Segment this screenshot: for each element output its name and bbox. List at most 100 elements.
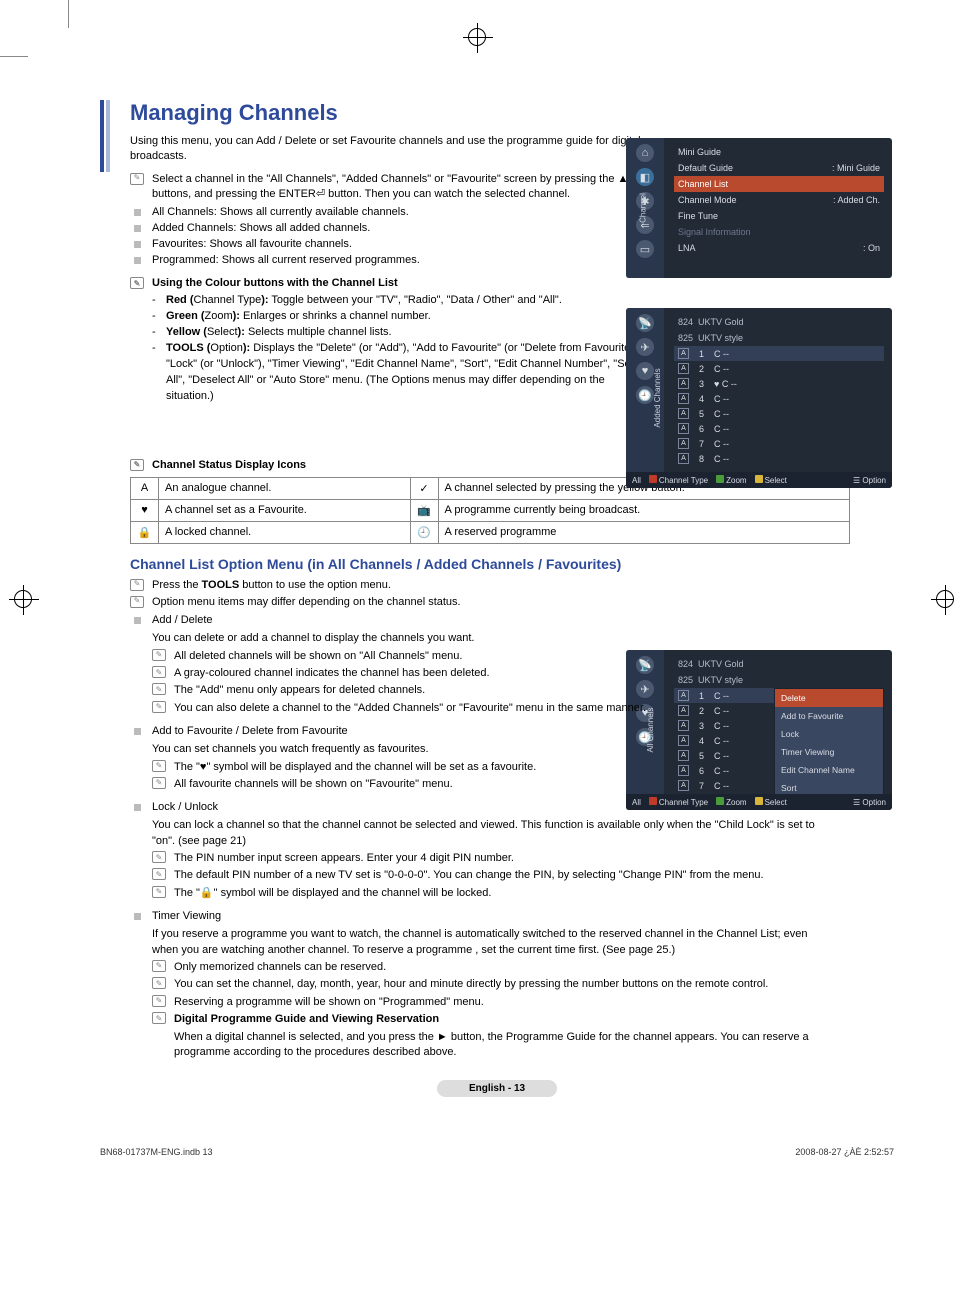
text: The "Add" menu only appears for deleted … [174, 684, 425, 696]
osd-channel-row[interactable]: A4C -- [674, 391, 884, 406]
status-desc-cell: A reserved programme [438, 521, 849, 543]
text: You can set the channel, day, month, yea… [174, 978, 768, 990]
page-title: Managing Channels [130, 100, 894, 126]
list-all-channels: All Channels: Shows all currently availa… [130, 205, 654, 221]
colour-buttons-heading: ✎ Using the Colour buttons with the Chan… [130, 277, 894, 289]
opt-add-delete: Add / Delete You can delete or add a cha… [130, 613, 654, 716]
status-icons-heading: ✎ Channel Status Display Icons [130, 459, 894, 471]
title: Add to Favourite / Delete from Favourite [152, 725, 348, 737]
registration-mark-top-icon [468, 28, 486, 46]
type: Option [210, 342, 242, 354]
type: Channel Type [194, 294, 262, 306]
osd-default-guide[interactable]: Default Guide [678, 163, 733, 173]
osd-channel-menu: Channel ⌂ ◧ ✱ ⇐ ▭ Mini Guide Default Gui… [626, 138, 892, 278]
osd-lna[interactable]: LNA [678, 243, 696, 253]
note-icon: ✎ [152, 977, 166, 989]
note-icon: ✎ [130, 579, 144, 591]
osd-menu-item[interactable]: Timer Viewing [775, 743, 883, 761]
list-favourites: Favourites: Shows all favourite channels… [130, 237, 654, 253]
colour-buttons-heading-text: Using the Colour buttons with the Channe… [152, 277, 398, 289]
text: Only memorized channels can be reserved. [174, 961, 386, 973]
note-icon: ✎ [152, 701, 166, 713]
note-icon: ✎ [152, 868, 166, 880]
opt-timer: Timer Viewing If you reserve a programme… [130, 909, 834, 1060]
timestamp: 2008-08-27 ¿ÀÈ 2:52:57 [795, 1147, 894, 1157]
list-added-channels: Added Channels: Shows all added channels… [130, 221, 654, 237]
osd-channel-row[interactable]: A2C -- [674, 361, 884, 376]
note-icon: ✎ [130, 459, 144, 471]
note-icon: ✎ [130, 173, 144, 185]
osd-footer-option[interactable]: Option [862, 798, 886, 807]
osd-channel-row[interactable]: A6C -- [674, 421, 884, 436]
picture-icon: ◧ [636, 168, 654, 186]
note-icon: ✎ [130, 277, 144, 289]
text: Selects multiple channel lists. [248, 326, 392, 338]
label: TOOLS ( [166, 342, 210, 354]
text: Press the TOOLS button to use the option… [152, 579, 391, 591]
option-intro-1: ✎ Press the TOOLS button to use the opti… [130, 578, 654, 593]
osd-channel-row[interactable]: A7C -- [674, 436, 884, 451]
text: You can lock a channel so that the chann… [152, 818, 834, 849]
text: All favourite channels will be shown on … [174, 778, 453, 790]
osd-footer-all[interactable]: All [632, 476, 641, 485]
status-desc-cell: A channel set as a Favourite. [159, 499, 411, 521]
page-footer: English - 13 [437, 1080, 557, 1097]
green-dot-icon [716, 475, 724, 483]
osd-channel-row[interactable]: A1C -- [674, 346, 884, 361]
opt-lock: Lock / Unlock You can lock a channel so … [130, 800, 834, 901]
crop-mark-icon [0, 56, 28, 57]
text: Toggle between your "TV", "Radio", "Data… [271, 294, 562, 306]
status-desc-cell: A locked channel. [159, 521, 411, 543]
osd-menu-item[interactable]: Add to Favourite [775, 707, 883, 725]
osd-menu-item[interactable]: Lock [775, 725, 883, 743]
status-icon-cell: ✓ [410, 477, 438, 499]
osd-lna-value: : On [863, 243, 880, 253]
text: The default PIN number of a new TV set i… [174, 869, 764, 881]
note-icon: ✎ [152, 960, 166, 972]
status-desc-cell: A programme currently being broadcast. [438, 499, 849, 521]
status-icon-cell: 📺 [410, 499, 438, 521]
label: Green ( [166, 310, 205, 322]
note-icon: ✎ [152, 1012, 166, 1024]
osd-mini-guide[interactable]: Mini Guide [678, 147, 721, 157]
osd-footer-channel-type[interactable]: Channel Type [659, 476, 708, 485]
osd-signal-info: Signal Information [678, 227, 751, 237]
text: All deleted channels will be shown on "A… [174, 650, 462, 662]
osd-footer-zoom[interactable]: Zoom [726, 476, 746, 485]
text: Reserving a programme will be shown on "… [174, 996, 484, 1008]
osd-footer-option[interactable]: Option [862, 476, 886, 485]
title-bar-icon [100, 100, 110, 172]
satellite-icon: ✈ [636, 338, 654, 356]
osd-channel-row[interactable]: A5C -- [674, 406, 884, 421]
text: You can set channels you watch frequentl… [152, 742, 654, 757]
yellow-dot-icon [755, 475, 763, 483]
crop-mark-icon [68, 0, 69, 28]
opt-favourite: Add to Favourite / Delete from Favourite… [130, 724, 654, 792]
osd-menu-item[interactable]: Edit Channel Name [775, 761, 883, 779]
option-menu-heading: Channel List Option Menu (in All Channel… [130, 556, 894, 572]
colour-yellow-note: Yellow (Select): Selects multiple channe… [152, 325, 654, 341]
registration-mark-right-icon [936, 590, 954, 608]
select-channel-note: ✎ Select a channel in the "All Channels"… [130, 172, 654, 202]
card-icon: ▭ [636, 240, 654, 258]
file-stamp: BN68-01737M-ENG.indb 13 [100, 1147, 213, 1157]
osd-channel-mode[interactable]: Channel Mode [678, 195, 737, 205]
note-icon: ✎ [152, 666, 166, 678]
osd-all-channels: All Channels 📡 ✈ ♥ 🕘 824 UKTV Gold825 UK… [626, 650, 892, 810]
title: Timer Viewing [152, 910, 221, 922]
osd-footer-select[interactable]: Select [765, 476, 787, 485]
note-icon: ✎ [130, 596, 144, 608]
registration-mark-left-icon [14, 590, 32, 608]
osd-channel-list[interactable]: Channel List [678, 179, 728, 189]
note-icon: ✎ [152, 683, 166, 695]
osd-menu-item[interactable]: Delete [775, 689, 883, 707]
osd-fine-tune[interactable]: Fine Tune [678, 211, 718, 221]
title: Lock / Unlock [152, 801, 218, 813]
colour-tools-note: TOOLS (Option): ): Displays the "Delete"… [152, 341, 654, 405]
osd-sidebar-label: Added Channels [653, 368, 662, 427]
status-icons-heading-text: Channel Status Display Icons [152, 459, 306, 471]
osd-channel-row[interactable]: A3♥ C -- [674, 376, 884, 391]
status-icon-cell: ♥ [131, 499, 159, 521]
text: A gray-coloured channel indicates the ch… [174, 667, 490, 679]
note-icon: ✎ [152, 649, 166, 661]
